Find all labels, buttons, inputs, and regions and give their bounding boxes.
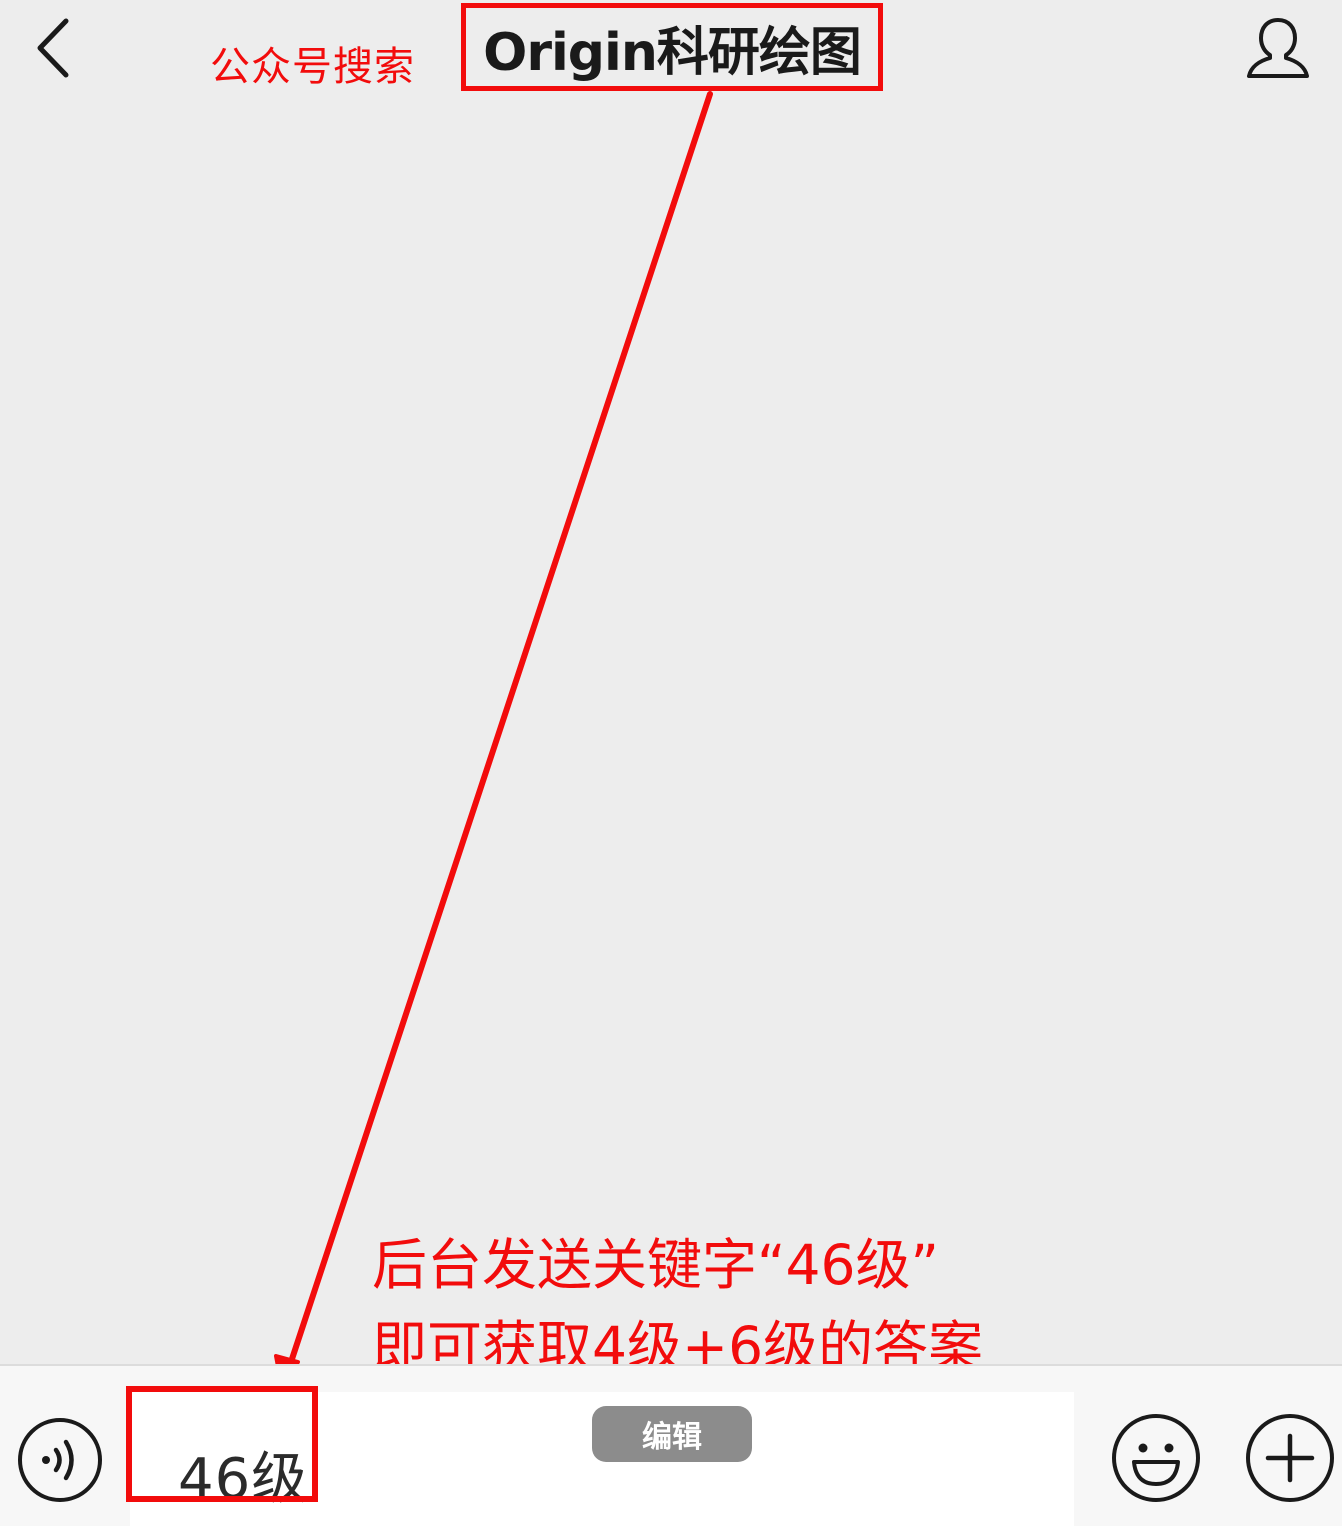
- profile-button[interactable]: [1236, 8, 1320, 88]
- edit-button[interactable]: 编辑: [592, 1406, 752, 1462]
- title-highlight-box: Origin科研绘图: [461, 3, 883, 91]
- voice-icon: [18, 1418, 102, 1502]
- person-icon: [1247, 18, 1309, 78]
- smiley-icon: [1112, 1414, 1200, 1502]
- plus-button[interactable]: [1244, 1412, 1336, 1504]
- chat-screen: 公众号搜索 Origin科研绘图 后台发送关键字“46级” 即可获取4级+6级的…: [0, 0, 1342, 1526]
- back-button[interactable]: [22, 10, 82, 86]
- annotation-line-1: 后台发送关键字“46级”: [372, 1233, 939, 1297]
- chevron-left-icon: [37, 18, 69, 78]
- page-title: Origin科研绘图: [483, 22, 862, 83]
- voice-button[interactable]: [16, 1416, 104, 1504]
- search-hint-label: 公众号搜索: [210, 44, 415, 90]
- emoji-button[interactable]: [1110, 1412, 1202, 1504]
- message-input-value: 46级: [178, 1447, 309, 1512]
- plus-icon: [1246, 1414, 1334, 1502]
